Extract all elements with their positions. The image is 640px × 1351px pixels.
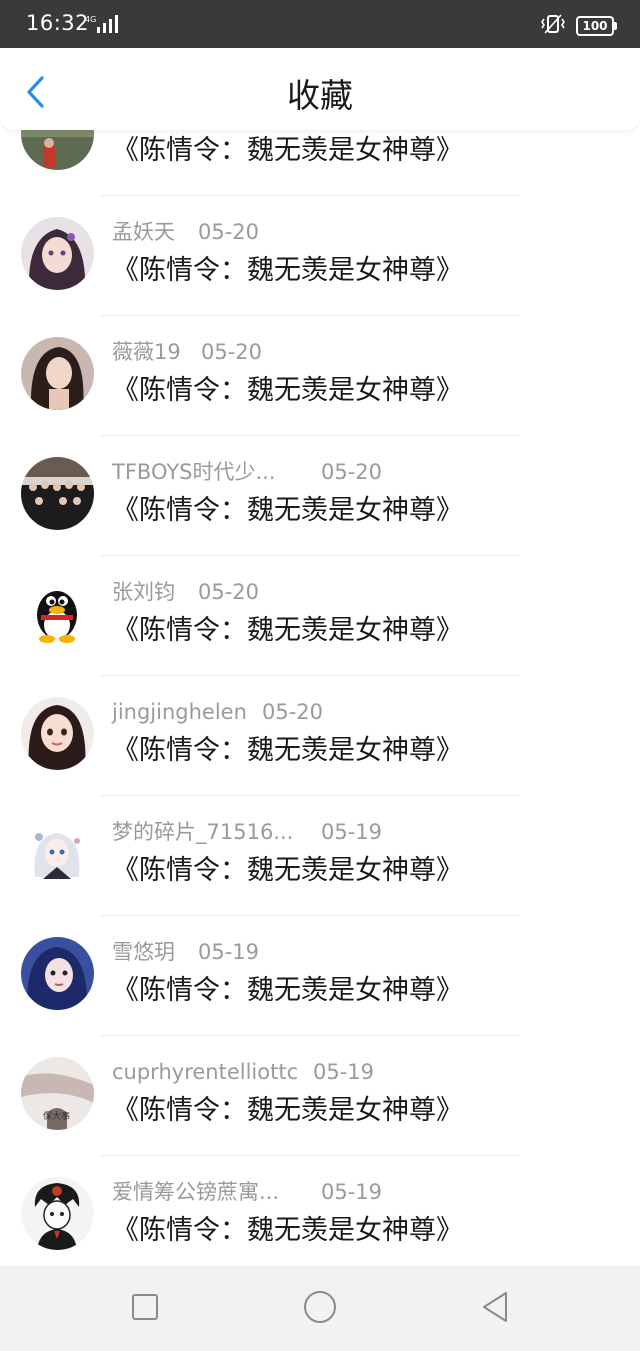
avatar bbox=[21, 1177, 94, 1250]
signal-icon: 4G bbox=[85, 14, 119, 40]
svg-text:保大事: 保大事 bbox=[43, 1110, 70, 1122]
list-item[interactable]: TFBOYS时代少... 05-20 《陈情令：魏无羡是女神尊》 bbox=[0, 436, 640, 556]
status-time: 16:32 bbox=[26, 11, 90, 35]
item-title: 《陈情令：魏无羡是女神尊》 bbox=[112, 855, 463, 886]
item-date: 05-19 bbox=[313, 1060, 375, 1084]
list-item[interactable]: 薇薇19 05-20 《陈情令：魏无羡是女神尊》 bbox=[0, 316, 640, 436]
list-item[interactable]: 雪悠玥 05-19 《陈情令：魏无羡是女神尊》 bbox=[0, 916, 640, 1036]
item-meta: 薇薇19 05-20 bbox=[112, 338, 262, 366]
avatar bbox=[21, 457, 94, 530]
item-title: 《陈情令：魏无羡是女神尊》 bbox=[112, 1215, 463, 1246]
system-back-button[interactable] bbox=[476, 1290, 514, 1328]
item-meta: 梦的碎片_71516... 05-19 bbox=[112, 818, 382, 846]
item-author: jingjinghelen bbox=[112, 700, 247, 724]
item-meta: jingjinghelen 05-20 bbox=[112, 698, 323, 726]
battery-icon: 100 bbox=[576, 16, 617, 36]
circle-icon bbox=[303, 1290, 337, 1328]
item-date: 05-19 bbox=[321, 820, 383, 844]
header: 收藏 bbox=[0, 48, 640, 130]
item-date: 05-20 bbox=[321, 460, 383, 484]
avatar bbox=[21, 817, 94, 890]
home-button[interactable] bbox=[301, 1290, 339, 1328]
page-title: 收藏 bbox=[287, 76, 353, 115]
item-meta: 雪悠玥 05-19 bbox=[112, 938, 259, 966]
status-right: 100 bbox=[540, 13, 617, 39]
item-title: 《陈情令：魏无羡是女神尊》 bbox=[112, 615, 463, 646]
item-meta: TFBOYS时代少... 05-20 bbox=[112, 458, 382, 486]
item-meta: 孟妖天 05-20 bbox=[112, 218, 259, 246]
item-meta: 张刘钧 05-20 bbox=[112, 578, 259, 606]
item-meta: cuprhyrentelliottc 05-19 bbox=[112, 1058, 374, 1086]
list-item[interactable]: 保大事 cuprhyrentelliottc 05-19 《陈情令：魏无羡是女神… bbox=[0, 1036, 640, 1156]
item-title: 《陈情令：魏无羡是女神尊》 bbox=[112, 255, 463, 286]
network-label: 4G bbox=[85, 15, 96, 24]
item-title: 《陈情令：魏无羡是女神尊》 bbox=[112, 495, 463, 526]
item-author: cuprhyrentelliottc bbox=[112, 1060, 299, 1084]
status-bar: 16:32 4G 100 bbox=[0, 0, 640, 48]
avatar bbox=[21, 577, 94, 650]
item-title: 《陈情令：魏无羡是女神尊》 bbox=[112, 735, 463, 766]
triangle-back-icon bbox=[480, 1291, 510, 1327]
list-item[interactable]: 梦的碎片_71516... 05-19 《陈情令：魏无羡是女神尊》 bbox=[0, 796, 640, 916]
item-author: 雪悠玥 bbox=[112, 940, 175, 964]
item-author: 张刘钧 bbox=[112, 580, 175, 604]
item-meta: 爱情筹公镑蔗寓... 05-19 bbox=[112, 1178, 382, 1206]
item-title: 《陈情令：魏无羡是女神尊》 bbox=[112, 1095, 463, 1126]
item-title: 《陈情令：魏无羡是女神尊》 bbox=[112, 975, 463, 1006]
system-nav-bar bbox=[0, 1266, 640, 1351]
item-date: 05-20 bbox=[262, 700, 324, 724]
recents-button[interactable] bbox=[126, 1290, 164, 1328]
item-author: 爱情筹公镑蔗寓... bbox=[112, 1180, 280, 1204]
avatar bbox=[21, 697, 94, 770]
item-date: 05-20 bbox=[198, 580, 260, 604]
item-date: 05-20 bbox=[198, 220, 260, 244]
avatar bbox=[21, 337, 94, 410]
item-author: 孟妖天 bbox=[112, 220, 175, 244]
item-author: 薇薇19 bbox=[112, 340, 181, 364]
item-author: TFBOYS时代少... bbox=[112, 460, 276, 484]
avatar bbox=[21, 217, 94, 290]
item-date: 05-19 bbox=[198, 940, 260, 964]
list-item[interactable]: 张刘钧 05-20 《陈情令：魏无羡是女神尊》 bbox=[0, 556, 640, 676]
list-item[interactable]: 爱情筹公镑蔗寓... 05-19 《陈情令：魏无羡是女神尊》 bbox=[0, 1156, 640, 1276]
item-date: 05-20 bbox=[201, 340, 263, 364]
qq-penguin-icon bbox=[21, 577, 94, 650]
list-item[interactable]: 孟妖天 05-20 《陈情令：魏无羡是女神尊》 bbox=[0, 196, 640, 316]
item-title: 《陈情令：魏无羡是女神尊》 bbox=[112, 135, 463, 166]
vibrate-icon bbox=[540, 13, 566, 39]
avatar bbox=[21, 937, 94, 1010]
list-item[interactable]: jingjinghelen 05-20 《陈情令：魏无羡是女神尊》 bbox=[0, 676, 640, 796]
item-author: 梦的碎片_71516... bbox=[112, 820, 294, 844]
square-icon bbox=[131, 1293, 159, 1325]
avatar: 保大事 bbox=[21, 1057, 94, 1130]
item-date: 05-19 bbox=[321, 1180, 383, 1204]
item-title: 《陈情令：魏无羡是女神尊》 bbox=[112, 375, 463, 406]
